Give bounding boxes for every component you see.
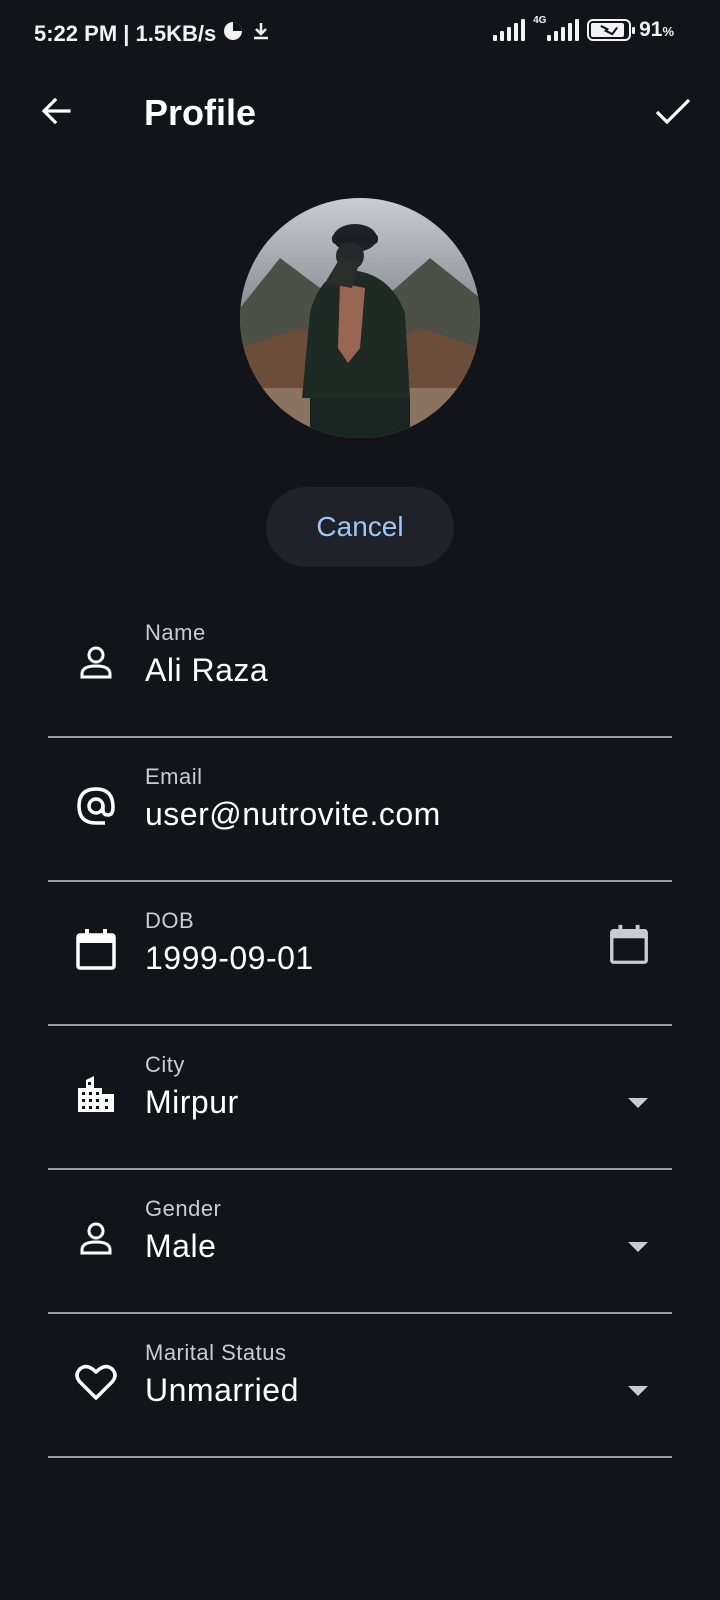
gender-field[interactable]: Gender Male: [48, 1170, 672, 1314]
field-label: City: [145, 1052, 185, 1077]
dropdown-arrow-icon[interactable]: [628, 1386, 648, 1396]
save-button[interactable]: [650, 90, 696, 136]
field-value[interactable]: user@nutrovite.com: [145, 796, 441, 833]
email-field[interactable]: Email user@nutrovite.com: [48, 738, 672, 882]
check-icon: [654, 92, 692, 135]
field-value[interactable]: Male: [145, 1228, 216, 1265]
arrow-back-icon: [39, 93, 75, 134]
calendar-picker-icon[interactable]: [606, 922, 652, 973]
dob-field[interactable]: DOB 1999-09-01: [48, 882, 672, 1026]
signal-4g-icon: 4G: [533, 15, 580, 41]
field-label: Email: [145, 764, 203, 789]
dropdown-arrow-icon[interactable]: [628, 1098, 648, 1108]
status-time: 5:22 PM | 1.5KB/s: [34, 21, 217, 46]
back-button[interactable]: [34, 90, 80, 136]
at-icon: [72, 782, 120, 830]
field-label: Gender: [145, 1196, 222, 1221]
heart-icon: [72, 1358, 120, 1406]
field-value[interactable]: 1999-09-01: [145, 940, 314, 977]
person-icon: [72, 1214, 120, 1262]
status-left: 5:22 PM | 1.5KB/s: [34, 20, 272, 48]
calendar-icon: [72, 926, 120, 974]
name-field[interactable]: Name Ali Raza: [48, 594, 672, 738]
signal-icon: [493, 19, 526, 41]
dropdown-arrow-icon[interactable]: [628, 1242, 648, 1252]
battery-percent: 91%: [639, 18, 674, 41]
person-icon: [72, 638, 120, 686]
field-label: Name: [145, 620, 206, 645]
status-bar: 5:22 PM | 1.5KB/s 4G 91%: [0, 0, 720, 72]
city-field[interactable]: City Mirpur: [48, 1026, 672, 1170]
battery-icon: [587, 19, 636, 41]
profile-photo[interactable]: [240, 198, 480, 438]
page-title: Profile: [144, 92, 257, 133]
city-icon: [72, 1070, 120, 1118]
field-value[interactable]: Ali Raza: [145, 652, 268, 689]
app-bar: Profile: [0, 72, 720, 154]
field-label: DOB: [145, 908, 195, 933]
status-right: 4G 91%: [493, 15, 674, 42]
marital-status-field[interactable]: Marital Status Unmarried: [48, 1314, 672, 1458]
download-icon: [250, 20, 272, 48]
network-type: 4G: [533, 15, 547, 26]
cancel-button[interactable]: Cancel: [266, 487, 454, 567]
field-value[interactable]: Mirpur: [145, 1084, 239, 1121]
pie-icon: [222, 20, 244, 48]
field-label: Marital Status: [145, 1340, 287, 1365]
field-value[interactable]: Unmarried: [145, 1372, 299, 1409]
